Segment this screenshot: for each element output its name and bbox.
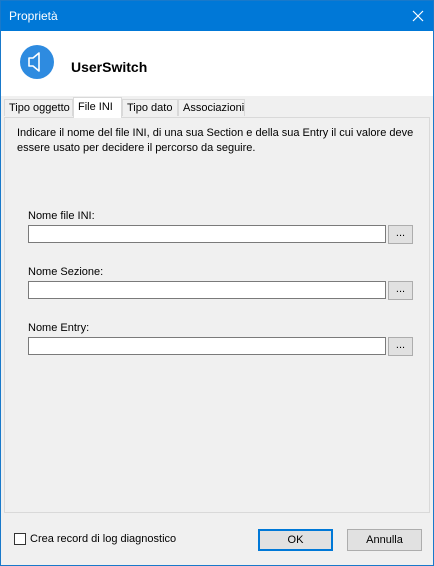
diagnostic-log-checkbox[interactable] [14,533,26,545]
ini-file-input[interactable] [28,225,386,243]
tab-tipo-oggetto[interactable]: Tipo oggetto [4,99,73,116]
dialog-header: UserSwitch [1,31,433,96]
close-icon[interactable] [403,1,433,31]
properties-dialog: Proprietà UserSwitch Tipo oggetto File I… [0,0,434,566]
title-bar: Proprietà [1,1,433,31]
ini-file-label: Nome file INI: [28,210,95,222]
entry-label: Nome Entry: [28,322,90,334]
entry-browse-button[interactable]: ... [388,337,413,356]
section-browse-button[interactable]: ... [388,281,413,300]
tab-file-ini[interactable]: File INI [73,97,122,118]
ok-button[interactable]: OK [258,529,333,551]
section-label: Nome Sezione: [28,266,104,278]
tab-tipo-dato[interactable]: Tipo dato [122,99,178,116]
section-input[interactable] [28,281,386,299]
tab-associazioni[interactable]: Associazioni [178,99,245,116]
speaker-icon [19,44,55,80]
panel-description: Indicare il nome del file INI, di una su… [17,127,414,154]
ini-file-browse-button[interactable]: ... [388,225,413,244]
cancel-button[interactable]: Annulla [347,529,422,551]
entry-input[interactable] [28,337,386,355]
window-title: Proprietà [9,9,58,23]
tab-panel-file-ini: Indicare il nome del file INI, di una su… [4,117,430,513]
app-name: UserSwitch [71,59,148,75]
diagnostic-log-label[interactable]: Crea record di log diagnostico [30,533,176,545]
